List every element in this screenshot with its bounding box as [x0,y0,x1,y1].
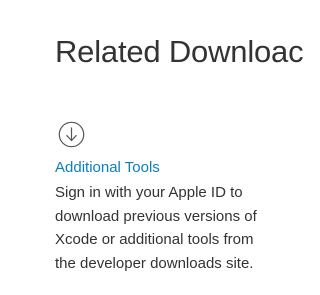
additional-tools-link[interactable]: Additional Tools [55,158,160,178]
description-line: Xcode or additional tools from [55,231,254,248]
download-icon[interactable] [58,121,85,148]
description-line: download previous versions of [55,207,257,225]
description-line: the developer downloads site. [55,254,254,272]
tool-description: Sign in with your Apple ID to download p… [55,181,257,275]
description-line: Sign in with your Apple ID to [55,184,243,201]
section-heading: Related Downloac [55,34,304,69]
related-downloads-page: { "section": { "heading": "Related Downl… [0,0,304,295]
